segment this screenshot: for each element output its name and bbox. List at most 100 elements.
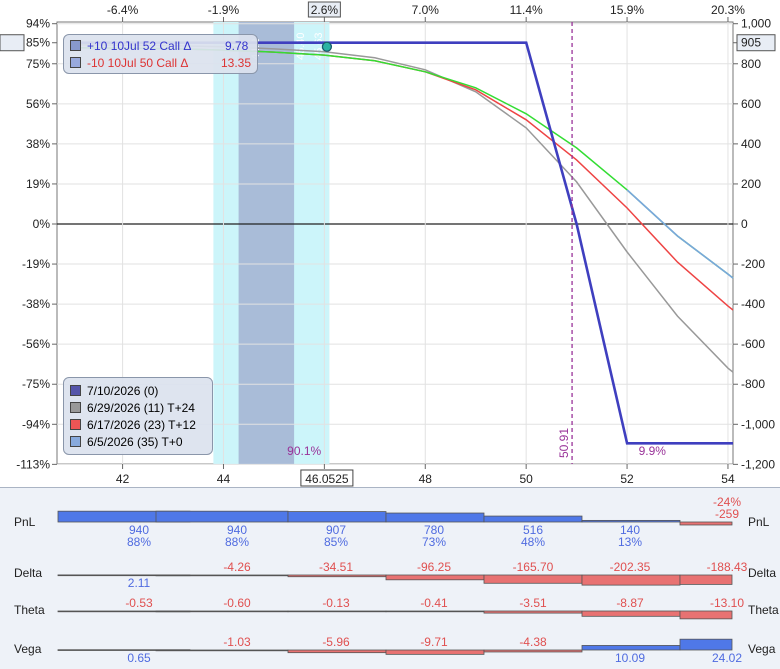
date-row[interactable]: 6/5/2026 (35) T+0 [64,433,212,450]
greek-value-label: -202.35 [610,560,651,574]
bottom-axis-label: 54 [721,472,735,486]
pnl-bar [287,511,387,523]
date-label: 7/10/2026 (0) [87,383,159,398]
greek-value-label: -34.51 [319,560,353,574]
greeks-panel: PnL PnL Delta Delta Theta Theta Vega Vega 940 88%… [0,487,780,669]
date-swatch [70,419,81,430]
band-label: 45.40 [295,32,307,60]
left-axis-label: -38% [22,297,50,311]
greek-bar [385,649,485,655]
greek-bar [483,574,583,584]
top-axis-label: 2.6% [311,3,339,17]
position-row[interactable]: +10 10Jul 52 Call Δ 9.78 [64,37,257,54]
date-row[interactable]: 7/10/2026 (0) [64,382,212,399]
greek-value-label: -188.43 [707,560,748,574]
date-row[interactable]: 6/17/2026 (23) T+12 [64,416,212,433]
position-value: 9.78 [225,38,249,53]
greek-row-label: Theta [14,603,45,617]
dates-legend: 7/10/2026 (0) 6/29/2026 (11) T+24 6/17/2… [63,377,213,455]
greek-row-label: Delta [14,566,42,580]
top-axis-label: -6.4% [107,3,139,17]
date-label: 6/29/2026 (11) T+24 [87,400,195,415]
pnl-bar [483,515,583,523]
greek-bar [287,574,387,578]
greek-bar [581,610,681,617]
left-axis-label: -94% [22,417,50,431]
top-axis-label: 11.4% [510,3,543,17]
positions-legend: +10 10Jul 52 Call Δ 9.78 -10 10Jul 50 Ca… [63,34,258,74]
date-swatch [70,402,81,413]
greek-bar [155,649,289,652]
greek-row-label-right: Theta [748,603,779,617]
right-axis-label: 600 [741,97,761,111]
right-axis-label: -800 [741,377,765,391]
greek-value-label: -8.87 [616,596,644,610]
left-axis-label: -19% [22,257,50,271]
greek-value-label: -0.41 [420,596,448,610]
pnl-bar [155,510,289,523]
greek-value-label: -0.60 [223,596,251,610]
left-axis-label: -113% [16,457,50,471]
position-label: +10 10Jul 52 Call Δ [87,38,192,53]
right-axis-label: -1,200 [741,457,775,471]
greek-row-label-right: Vega [748,642,776,656]
left-axis-label: 0% [33,217,51,231]
pnl-percent-label: 73% [422,535,446,549]
date-row[interactable]: 6/29/2026 (11) T+24 [64,399,212,416]
bottom-axis-label: 42 [116,472,130,486]
date-swatch [70,436,81,447]
position-value: 13.35 [220,55,251,70]
greek-bar [155,610,289,613]
greek-bar [287,649,387,654]
greek-bar [287,610,387,613]
breakeven-label: 50.91 [557,428,571,458]
pnl-bar [679,521,733,526]
right-axis-label: -600 [741,337,765,351]
pnl-bar [581,519,681,523]
current-price-label: 46.0525 [305,472,349,486]
top-axis-label: -1.9% [208,3,240,17]
greek-bar [385,610,485,613]
greek-value-label: -3.51 [519,596,547,610]
top-axis-label: 15.9% [610,3,644,17]
greek-bar [155,574,289,577]
greeks-bars: PnL PnLDelta DeltaTheta ThetaVega Vega94088%… [14,495,779,665]
greek-value-label: -0.13 [322,596,350,610]
right-axis-label: 905 [741,36,761,50]
bottom-axis-label: 44 [217,472,231,486]
greek-bar [483,610,583,614]
bottom-axis-label: 48 [419,472,433,486]
left-axis-label: 38% [26,137,50,151]
right-axis-label: -1,000 [741,417,775,431]
pnl-bar [385,512,485,523]
pnl-percent-label: 48% [521,535,545,549]
bottom-axis-label: 52 [620,472,634,486]
position-swatch [70,57,81,68]
position-swatch [70,40,81,51]
greek-value-label: -5.96 [322,635,350,649]
right-axis-label: 200 [741,177,761,191]
greek-value-label: 10.09 [615,651,645,665]
position-label: -10 10Jul 50 Call Δ [87,55,189,70]
left-axis-label: 75% [26,57,50,71]
greek-row-label-right: PnL [748,515,770,529]
pnl-value-label: -259 [715,507,739,521]
pnl-percent-label: 13% [618,535,642,549]
position-row[interactable]: -10 10Jul 50 Call Δ 13.35 [64,54,257,71]
greek-bar [483,649,583,653]
right-axis-label: 400 [741,137,761,151]
left-axis-label: 85% [26,36,50,50]
top-axis-label: 7.0% [412,3,440,17]
greek-bar [679,574,733,585]
right-axis-label: 1,000 [741,17,771,31]
right-axis-label: 0 [741,217,748,231]
greek-value-label: -96.25 [417,560,451,574]
greek-bar [385,574,485,581]
top-axis-label: 20.3% [711,3,745,17]
left-axis-label: -75% [22,377,50,391]
greek-row-label-right: Delta [748,566,776,580]
left-axis-label: 94% [26,17,50,31]
left-axis-highlight-box [0,34,25,52]
pnl-percent-label: 88% [127,535,151,549]
probability-left-label: 90.1% [287,444,321,458]
